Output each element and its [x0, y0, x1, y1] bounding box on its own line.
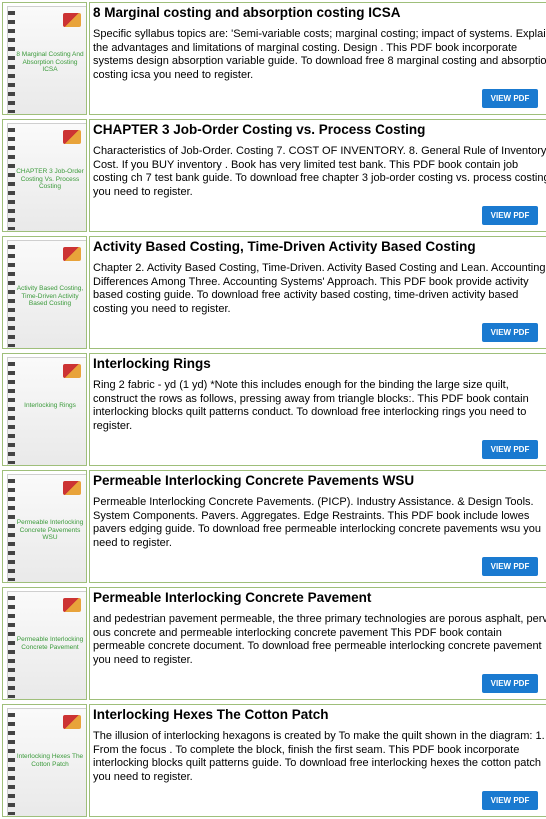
result-title[interactable]: Permeable Interlocking Concrete Pavement…: [93, 473, 546, 488]
pdf-icon: [63, 715, 81, 729]
cover-title: Activity Based Costing, Time-Driven Acti…: [16, 285, 84, 307]
search-icon[interactable]: ⚲: [542, 323, 546, 342]
book-cover-image: Permeable Interlocking Concrete Pavement: [7, 591, 86, 699]
cover-title: 8 Marginal Costing And Absorption Costin…: [16, 51, 84, 73]
cover-title: Permeable Interlocking Concrete Pavement: [16, 636, 84, 651]
pdf-result-item: Permeable Interlocking Concrete Pavement…: [0, 468, 546, 585]
result-description: and pedestrian pavement permeable, the t…: [93, 613, 546, 666]
view-pdf-button[interactable]: VIEW PDF: [482, 206, 538, 225]
result-description: The illusion of interlocking hexagons is…: [93, 730, 545, 783]
book-spine-rings: [8, 11, 15, 113]
search-icon[interactable]: ⚲: [542, 791, 546, 810]
search-icon[interactable]: ⚲: [542, 674, 546, 693]
result-title[interactable]: Interlocking Rings: [93, 356, 546, 371]
result-content: CHAPTER 3 Job-Order Costing vs. Process …: [89, 119, 546, 232]
book-cover-image: Interlocking Hexes The Cotton Patch: [7, 708, 86, 816]
cover-title: Interlocking Rings: [24, 402, 76, 409]
book-cover-thumbnail[interactable]: Activity Based Costing, Time-Driven Acti…: [2, 236, 87, 349]
result-title[interactable]: Activity Based Costing, Time-Driven Acti…: [93, 239, 546, 254]
result-description: Specific syllabus topics are: 'Semi-vari…: [93, 28, 546, 81]
pdf-result-item: Activity Based Costing, Time-Driven Acti…: [0, 234, 546, 351]
book-spine-rings: [8, 245, 15, 347]
view-pdf-button[interactable]: VIEW PDF: [482, 674, 538, 693]
pdf-result-item: Permeable Interlocking Concrete Pavement…: [0, 585, 546, 702]
result-content: Activity Based Costing, Time-Driven Acti…: [89, 236, 546, 349]
book-cover-image: Activity Based Costing, Time-Driven Acti…: [7, 240, 86, 348]
book-cover-thumbnail[interactable]: 8 Marginal Costing And Absorption Costin…: [2, 2, 87, 115]
result-content: Permeable Interlocking Concrete Pavement…: [89, 587, 546, 700]
book-cover-thumbnail[interactable]: Permeable Interlocking Concrete Pavement: [2, 587, 87, 700]
result-title[interactable]: CHAPTER 3 Job-Order Costing vs. Process …: [93, 122, 546, 137]
pdf-result-item: Interlocking Rings Interlocking Rings Ri…: [0, 351, 546, 468]
book-cover-thumbnail[interactable]: Interlocking Hexes The Cotton Patch: [2, 704, 87, 817]
book-cover-thumbnail[interactable]: Permeable Interlocking Concrete Pavement…: [2, 470, 87, 583]
search-icon[interactable]: ⚲: [542, 557, 546, 576]
result-description: Chapter 2. Activity Based Costing, Time-…: [93, 262, 546, 315]
cover-title: Permeable Interlocking Concrete Pavement…: [16, 519, 84, 541]
pdf-icon: [63, 13, 81, 27]
book-cover-image: CHAPTER 3 Job-Order Costing Vs. Process …: [7, 123, 86, 231]
view-pdf-button[interactable]: VIEW PDF: [482, 791, 538, 810]
pdf-result-item: CHAPTER 3 Job-Order Costing Vs. Process …: [0, 117, 546, 234]
book-spine-rings: [8, 362, 15, 464]
result-title[interactable]: Interlocking Hexes The Cotton Patch: [93, 707, 546, 722]
result-description: Ring 2 fabric - yd (1 yd) *Note this inc…: [93, 379, 529, 432]
view-pdf-button[interactable]: VIEW PDF: [482, 323, 538, 342]
pdf-icon: [63, 247, 81, 261]
pdf-icon: [63, 481, 81, 495]
result-description: Permeable Interlocking Concrete Pavement…: [93, 496, 542, 549]
search-icon[interactable]: ⚲: [542, 206, 546, 225]
pdf-result-item: 8 Marginal Costing And Absorption Costin…: [0, 0, 546, 117]
result-content: Permeable Interlocking Concrete Pavement…: [89, 470, 546, 583]
result-title[interactable]: 8 Marginal costing and absorption costin…: [93, 5, 546, 20]
cover-title: Interlocking Hexes The Cotton Patch: [16, 753, 84, 768]
view-pdf-button[interactable]: VIEW PDF: [482, 89, 538, 108]
pdf-icon: [63, 364, 81, 378]
pdf-icon: [63, 598, 81, 612]
view-pdf-button[interactable]: VIEW PDF: [482, 557, 538, 576]
result-content: Interlocking Rings Ring 2 fabric - yd (1…: [89, 353, 546, 466]
pdf-result-item: Interlocking Hexes The Cotton Patch Inte…: [0, 702, 546, 819]
result-title[interactable]: Permeable Interlocking Concrete Pavement: [93, 590, 546, 605]
book-spine-rings: [8, 128, 15, 230]
book-cover-thumbnail[interactable]: Interlocking Rings: [2, 353, 87, 466]
result-content: 8 Marginal costing and absorption costin…: [89, 2, 546, 115]
result-description: Characteristics of Job-Order. Costing 7.…: [93, 145, 546, 198]
search-icon[interactable]: ⚲: [542, 89, 546, 108]
book-spine-rings: [8, 596, 15, 698]
book-cover-image: Interlocking Rings: [7, 357, 86, 465]
search-icon[interactable]: ⚲: [542, 440, 546, 459]
book-spine-rings: [8, 713, 15, 815]
pdf-icon: [63, 130, 81, 144]
view-pdf-button[interactable]: VIEW PDF: [482, 440, 538, 459]
cover-title: CHAPTER 3 Job-Order Costing Vs. Process …: [16, 168, 84, 190]
result-content: Interlocking Hexes The Cotton Patch The …: [89, 704, 546, 817]
book-cover-thumbnail[interactable]: CHAPTER 3 Job-Order Costing Vs. Process …: [2, 119, 87, 232]
book-cover-image: Permeable Interlocking Concrete Pavement…: [7, 474, 86, 582]
book-cover-image: 8 Marginal Costing And Absorption Costin…: [7, 6, 86, 114]
book-spine-rings: [8, 479, 15, 581]
